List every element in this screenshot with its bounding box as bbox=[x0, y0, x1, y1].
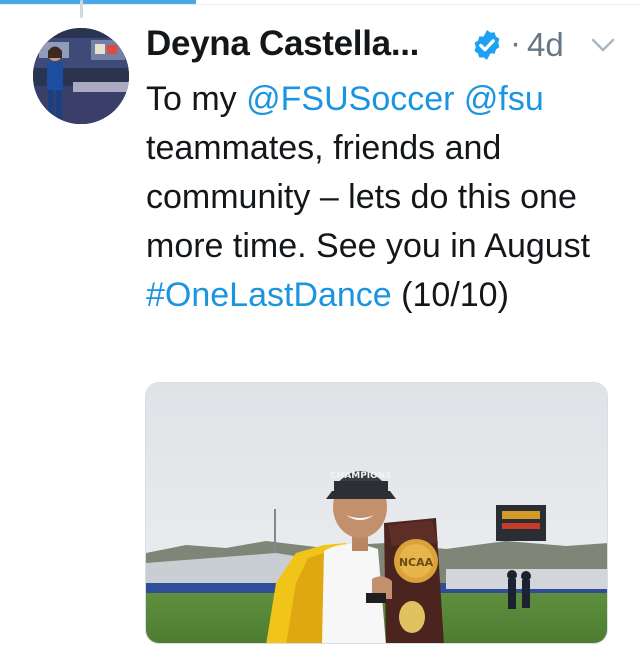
chevron-down-icon[interactable] bbox=[590, 36, 616, 54]
divider bbox=[0, 4, 640, 5]
thread-connector-line bbox=[80, 0, 83, 18]
avatar[interactable] bbox=[33, 28, 129, 124]
text-segment bbox=[454, 80, 463, 118]
tweet-media-photo[interactable]: CHAMPIONS NCAA bbox=[145, 382, 608, 644]
mention-fsusoccer-link[interactable]: @FSUSoccer bbox=[246, 80, 454, 118]
text-segment: To my bbox=[146, 80, 247, 118]
text-segment: (10/10) bbox=[391, 276, 509, 314]
trophy-label: NCAA bbox=[399, 556, 434, 569]
timestamp[interactable]: 4d bbox=[527, 26, 564, 64]
text-segment: teammates, friends and community – lets … bbox=[146, 129, 591, 265]
tweet-text: To my @FSUSoccer @fsu teammates, friends… bbox=[146, 75, 616, 320]
hashtag-onelastdance-link[interactable]: #OneLastDance bbox=[146, 276, 392, 314]
author-name[interactable]: Deyna Castella... bbox=[146, 24, 419, 64]
hat-text: CHAMPIONS bbox=[330, 471, 392, 481]
verified-badge-icon bbox=[474, 30, 500, 60]
tweet-header: Deyna Castella... · 4d bbox=[146, 20, 626, 72]
mention-fsu-link[interactable]: @fsu bbox=[464, 80, 544, 118]
separator-dot: · bbox=[510, 24, 521, 61]
